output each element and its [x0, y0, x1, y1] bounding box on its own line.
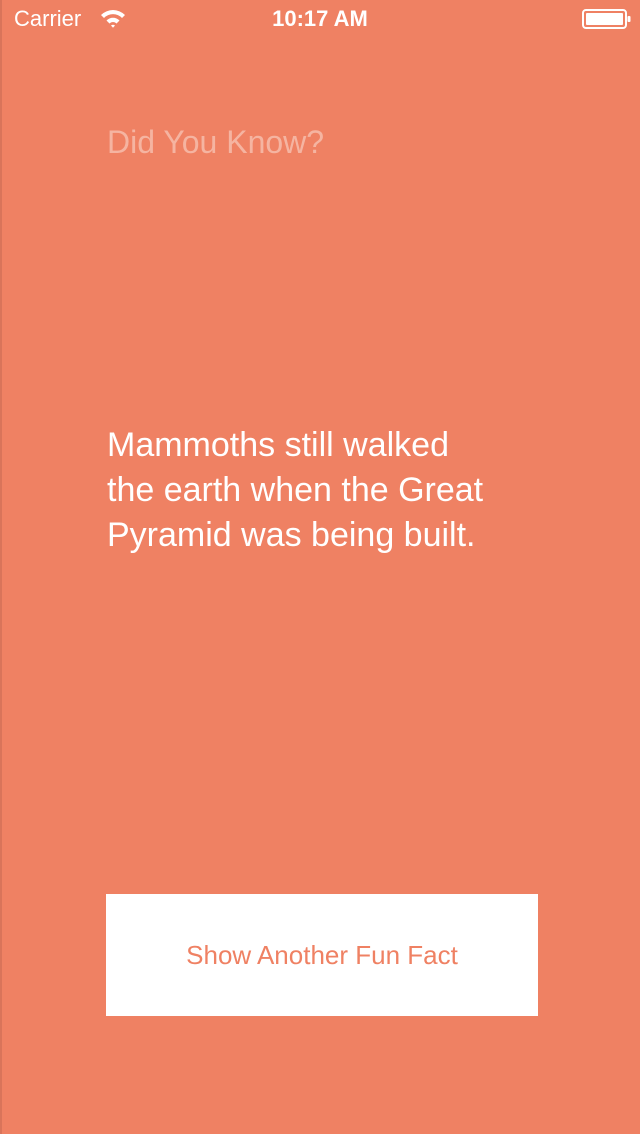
fun-fact-text: Mammoths still walked the earth when the… [107, 423, 547, 558]
status-bar: Carrier 10:17 AM [0, 0, 640, 40]
fun-fact-line: Mammoths still walked [107, 426, 449, 464]
show-another-fun-fact-button[interactable]: Show Another Fun Fact [106, 894, 538, 1016]
battery-icon [582, 9, 632, 29]
clock-time: 10:17 AM [272, 6, 368, 31]
left-edge-divider [0, 0, 2, 1134]
fun-fact-line: the earth when the Great [107, 471, 484, 509]
app-screen: Carrier 10:17 AM Did You Know? Mammoths … [0, 0, 640, 1134]
did-you-know-heading: Did You Know? [107, 124, 325, 160]
fun-fact-line: Pyramid was being built. [107, 516, 476, 554]
